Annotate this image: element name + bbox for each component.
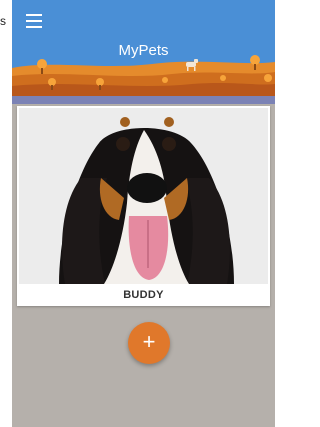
drawer-edge-glyph: s	[0, 14, 6, 28]
hamburger-menu-icon[interactable]	[26, 14, 42, 28]
header-landscape-illustration	[12, 55, 275, 104]
pet-photo	[19, 108, 268, 284]
plus-icon: +	[142, 329, 156, 354]
pet-name: BUDDY	[123, 289, 164, 301]
pet-card[interactable]: BUDDY	[17, 106, 270, 306]
add-pet-button[interactable]: +	[128, 322, 170, 364]
app-title: MyPets	[118, 42, 169, 59]
app-header: MyPets	[12, 0, 275, 104]
drawer-edge: s	[0, 0, 12, 427]
app-screen: MyPets BUDDY +	[12, 0, 275, 427]
